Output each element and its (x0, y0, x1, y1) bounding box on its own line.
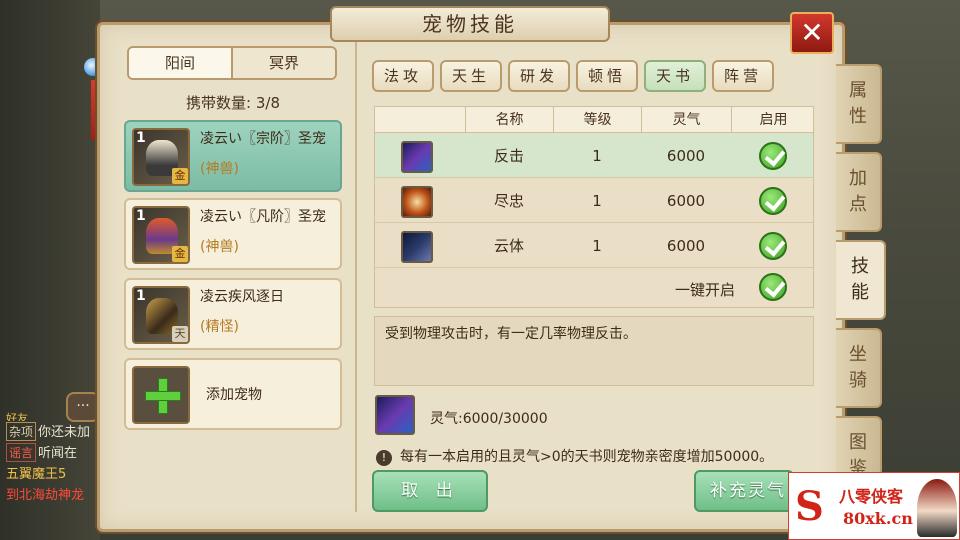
exit-button[interactable]: 取 出 (372, 470, 488, 512)
watermark-brand: 八零侠客 (839, 487, 904, 506)
pet-kind: (神兽) (200, 161, 239, 177)
tab-mount[interactable]: 坐 骑 (836, 328, 882, 408)
tab-mingjie[interactable]: 冥界 (233, 48, 335, 78)
skill-lingqi: 6000 (666, 237, 706, 255)
lingqi-status: 灵气:6000/30000 (430, 411, 548, 427)
skill-lingqi: 6000 (666, 147, 706, 165)
skill-name: 云体 (493, 237, 524, 255)
grade-badge: 天 (172, 326, 188, 342)
tab-tiansheng[interactable]: 天生 (440, 60, 502, 92)
grade-badge: 金 (172, 168, 188, 184)
window-title: 宠物技能 (330, 6, 610, 42)
table-row[interactable]: 反击 1 6000 (375, 134, 813, 178)
chat-line: 五翼魔王5 (6, 467, 67, 482)
skill-level: 1 (592, 192, 602, 210)
chat-line: 到北海劫神龙 (6, 488, 85, 503)
header-lingqi: 灵气 (641, 107, 731, 133)
enabled-check-icon[interactable] (759, 187, 787, 215)
skill-name: 反击 (493, 147, 524, 165)
pet-card[interactable]: 1 金 凌云い〖宗阶〗圣宠 (神兽) (124, 120, 342, 192)
skill-table: 名称 等级 灵气 启用 反击 1 6000 尽忠 1 6000 云体 1 600… (374, 106, 814, 308)
loyalty-icon (401, 186, 433, 218)
skill-level: 1 (592, 147, 602, 165)
header-name: 名称 (465, 107, 553, 133)
pet-kind: (精怪) (200, 319, 239, 335)
skill-category-tabs: 法攻 天生 研发 顿悟 天书 阵营 (372, 60, 774, 92)
tab-codex[interactable]: 图 鉴 (836, 416, 882, 479)
pet-kind: (神兽) (200, 239, 239, 255)
pet-card[interactable]: 1 金 凌云い〖凡阶〗圣宠 (神兽) (124, 198, 342, 270)
notice-text: 每有一本启用的且灵气>0的天书则宠物亲密度增加50000。 (400, 449, 774, 465)
tab-yangjian[interactable]: 阳间 (129, 48, 233, 78)
add-pet-label: 添加宠物 (206, 387, 262, 403)
close-button[interactable]: ✕ (790, 12, 834, 54)
tab-dunwu[interactable]: 顿悟 (576, 60, 638, 92)
carry-value: 3/8 (255, 94, 280, 112)
enabled-check-icon[interactable] (759, 142, 787, 170)
world-tabs: 阳间 冥界 (127, 46, 337, 80)
info-icon: ! (376, 450, 392, 466)
watermark-logo: S (795, 483, 824, 530)
mascot-avatar (917, 479, 957, 537)
enabled-check-icon[interactable] (759, 232, 787, 260)
table-row[interactable]: 尽忠 1 6000 (375, 179, 813, 223)
refill-lingqi-button[interactable]: 补充灵气 (694, 470, 794, 512)
chat-line: 谣言 听闻在 (0, 442, 110, 463)
table-row[interactable]: 云体 1 6000 (375, 224, 813, 268)
plus-icon (132, 366, 190, 424)
carry-count: 携带数量: 3/8 (117, 92, 349, 113)
pet-list-column: 阳间 冥界 携带数量: 3/8 1 金 凌云い〖宗阶〗圣宠 (神兽) 1 金 凌… (117, 40, 349, 500)
pet-name: 凌云い〖凡阶〗圣宠 (200, 209, 326, 225)
tab-points[interactable]: 加 点 (836, 152, 882, 232)
notice-line: ! 每有一本启用的且灵气>0的天书则宠物亲密度增加50000。 (376, 446, 773, 466)
skill-description: 受到物理攻击时，有一定几率物理反击。 (374, 316, 814, 386)
pet-avatar: 1 金 (132, 128, 190, 186)
tab-skills[interactable]: 技 能 (836, 240, 886, 320)
table-header: 名称 等级 灵气 启用 (375, 107, 813, 133)
add-pet-button[interactable]: 添加宠物 (124, 358, 342, 430)
pet-card[interactable]: 1 天 凌云疾风逐日 (精怪) (124, 278, 342, 350)
tab-fagong[interactable]: 法攻 (372, 60, 434, 92)
carry-label: 携带数量: (186, 94, 252, 112)
pet-avatar: 1 天 (132, 286, 190, 344)
column-divider (355, 42, 357, 512)
tab-tianshu[interactable]: 天书 (644, 60, 706, 92)
skill-level: 1 (592, 237, 602, 255)
claw-strike-icon (375, 395, 415, 435)
cloud-body-icon (401, 231, 433, 263)
skill-lingqi: 6000 (666, 192, 706, 210)
grade-badge: 金 (172, 246, 188, 262)
tab-yanfa[interactable]: 研发 (508, 60, 570, 92)
claw-strike-icon (401, 141, 433, 173)
chat-line: 杂项 你还未加 (0, 421, 110, 442)
one-key-check-icon[interactable] (759, 273, 787, 301)
watermark-url: 80xk.cn (843, 509, 913, 528)
pet-name: 凌云疾风逐日 (200, 289, 284, 305)
pet-name: 凌云い〖宗阶〗圣宠 (200, 131, 326, 147)
skill-name: 尽忠 (493, 192, 524, 210)
one-key-enable-label[interactable]: 一键开启 (675, 279, 735, 300)
tab-zhenying[interactable]: 阵营 (712, 60, 774, 92)
tab-attributes[interactable]: 属 性 (836, 64, 882, 144)
header-enabled: 启用 (731, 107, 815, 133)
friend-tag[interactable]: 好友 (0, 380, 110, 421)
site-watermark: S 八零侠客 80xk.cn (788, 472, 960, 540)
pet-avatar: 1 金 (132, 206, 190, 264)
chat-panel[interactable]: 好友 杂项 你还未加 谣言 听闻在 五翼魔王5 到北海劫神龙 (0, 380, 110, 540)
header-level: 等级 (553, 107, 641, 133)
